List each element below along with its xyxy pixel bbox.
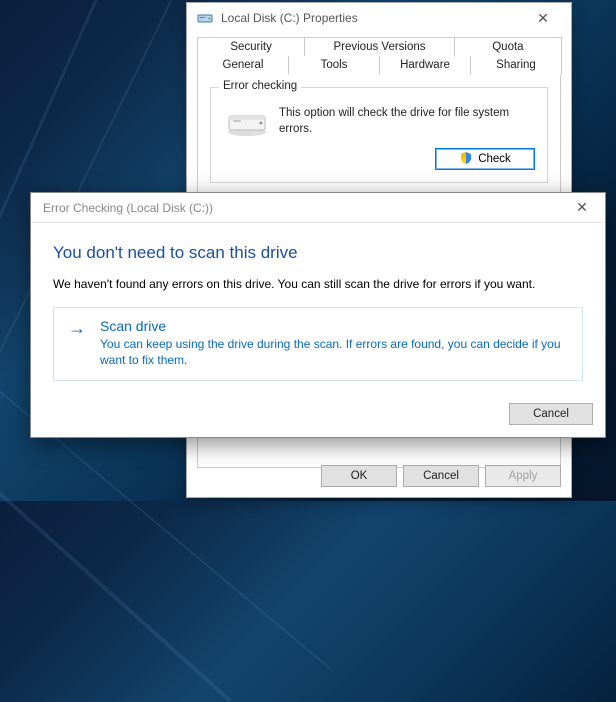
scan-drive-option[interactable]: → Scan drive You can keep using the driv…	[53, 307, 583, 381]
error-checking-group: Error checking This option will check th…	[210, 87, 548, 183]
error-checking-description: This option will check the drive for fil…	[279, 106, 535, 138]
tab-quota[interactable]: Quota	[454, 37, 562, 56]
dialog-cancel-button[interactable]: Cancel	[509, 403, 593, 425]
tab-general[interactable]: General	[197, 56, 289, 75]
scan-drive-title: Scan drive	[100, 318, 568, 334]
ok-button[interactable]: OK	[321, 465, 397, 487]
error-checking-dialog: Error Checking (Local Disk (C:)) ✕ You d…	[30, 192, 606, 438]
tab-sharing[interactable]: Sharing	[470, 56, 562, 75]
check-button-label: Check	[478, 153, 511, 165]
close-icon[interactable]: ✕	[523, 10, 563, 27]
error-checking-row: This option will check the drive for fil…	[223, 106, 535, 138]
arrow-right-icon: →	[68, 319, 86, 337]
dialog-heading: You don't need to scan this drive	[53, 243, 583, 263]
tab-row-2: General Tools Hardware Sharing	[197, 56, 561, 75]
check-button[interactable]: Check	[435, 148, 535, 170]
tab-row-1: Security Previous Versions Quota	[197, 37, 561, 56]
close-icon[interactable]: ✕	[565, 199, 599, 216]
apply-button[interactable]: Apply	[485, 465, 561, 487]
drive-large-icon	[225, 108, 269, 138]
shield-icon	[459, 151, 473, 168]
cancel-button[interactable]: Cancel	[403, 465, 479, 487]
dialog-title: Error Checking (Local Disk (C:))	[43, 201, 565, 215]
drive-icon	[197, 10, 213, 26]
dialog-subtext: We haven't found any errors on this driv…	[53, 277, 583, 291]
scan-drive-description: You can keep using the drive during the …	[100, 336, 568, 368]
properties-title: Local Disk (C:) Properties	[221, 11, 523, 25]
dialog-button-row: Cancel	[31, 395, 605, 437]
tab-security[interactable]: Security	[197, 37, 305, 56]
error-checking-title: Error checking	[219, 80, 301, 92]
dialog-titlebar[interactable]: Error Checking (Local Disk (C:)) ✕	[31, 193, 605, 223]
tab-hardware[interactable]: Hardware	[379, 56, 471, 75]
properties-button-row: OK Cancel Apply	[321, 465, 561, 487]
tab-previous-versions[interactable]: Previous Versions	[304, 37, 455, 56]
dialog-body: You don't need to scan this drive We hav…	[31, 223, 605, 395]
properties-titlebar[interactable]: Local Disk (C:) Properties ✕	[187, 3, 571, 33]
tab-tools[interactable]: Tools	[288, 56, 380, 75]
